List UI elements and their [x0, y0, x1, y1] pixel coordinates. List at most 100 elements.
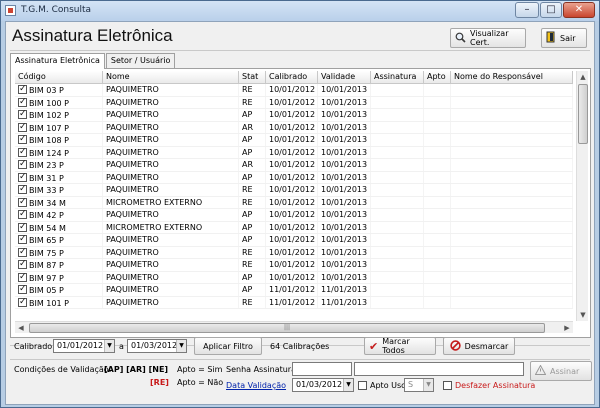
visualizar-cert-button[interactable]: Visualizar Cert.: [450, 28, 526, 48]
row-code-text: BIM 05 P: [29, 286, 64, 295]
tab-assinatura[interactable]: Assinatura Eletrônica: [10, 53, 105, 69]
row-name: PAQUIMETRO: [103, 109, 239, 121]
row-checkbox[interactable]: [18, 222, 27, 232]
table-row[interactable]: BIM 102 P PAQUIMETRO AP 10/01/2012 10/01/201…: [15, 109, 573, 122]
data-validacao-link[interactable]: Data Validação: [226, 381, 286, 390]
table-row[interactable]: BIM 100 P PAQUIMETRO RE 10/01/2012 10/01/201…: [15, 96, 573, 109]
row-checkbox[interactable]: [18, 272, 27, 282]
date-from-select[interactable]: 01/01/2012 ▼: [53, 339, 115, 353]
column-header[interactable]: Apto: [424, 71, 451, 83]
scroll-up-icon[interactable]: ▲: [577, 71, 589, 83]
table-row[interactable]: BIM 33 P PAQUIMETRO RE 10/01/2012 10/01/2013: [15, 184, 573, 197]
responsavel-field[interactable]: [354, 362, 524, 376]
row-name-text: PAQUIMETRO: [106, 97, 159, 107]
table-row[interactable]: BIM 23 P PAQUIMETRO AR 10/01/2012 10/01/2013: [15, 159, 573, 172]
chevron-down-icon[interactable]: ▼: [423, 379, 433, 391]
row-checkbox[interactable]: [18, 284, 27, 294]
column-header[interactable]: Nome: [103, 71, 239, 83]
row-checkbox[interactable]: [18, 234, 27, 244]
table-row[interactable]: BIM 05 P PAQUIMETRO AP 11/01/2012 11/01/2013: [15, 284, 573, 297]
table-row[interactable]: BIM 97 P PAQUIMETRO AP 10/01/2012 10/01/2013: [15, 271, 573, 284]
row-checkbox[interactable]: [18, 209, 27, 219]
row-checkbox[interactable]: [18, 159, 27, 169]
desfazer-checkbox[interactable]: [443, 381, 452, 390]
desmarcar-button[interactable]: Desmarcar: [443, 337, 515, 355]
maximize-button[interactable]: □: [540, 2, 562, 18]
row-validade-text: 10/01/2013: [321, 222, 368, 232]
row-name-text: PAQUIMETRO: [106, 297, 159, 307]
row-validade: 10/01/2013: [318, 159, 371, 171]
row-validade: 10/01/2013: [318, 234, 371, 246]
hscroll-thumb[interactable]: |||: [29, 323, 545, 333]
row-code: BIM 03 P: [15, 84, 103, 96]
column-header[interactable]: Stat: [239, 71, 266, 83]
row-stat-text: AP: [242, 210, 253, 219]
marcar-todos-button[interactable]: ✔ Marcar Todos: [364, 337, 436, 355]
row-validade-text: 10/01/2013: [321, 185, 368, 194]
row-stat-text: RE: [242, 85, 253, 94]
apto-uso-checkbox[interactable]: [358, 381, 367, 390]
row-checkbox[interactable]: [18, 147, 27, 157]
table-row[interactable]: BIM 31 P PAQUIMETRO AP 10/01/2012 10/01/2013: [15, 171, 573, 184]
row-stat: RE: [239, 184, 266, 196]
column-header[interactable]: Nome do Responsável: [451, 71, 573, 83]
header-divider: [10, 50, 590, 51]
table-row[interactable]: BIM 54 M MICROMETRO EXTERNO AP 10/01/2012 10…: [15, 221, 573, 234]
aplicar-filtro-button[interactable]: Aplicar Filtro: [194, 337, 262, 355]
table-row[interactable]: BIM 34 M MICROMETRO EXTERNO RE 10/01/2012 10…: [15, 196, 573, 209]
row-name: PAQUIMETRO: [103, 259, 239, 271]
table-row[interactable]: BIM 65 P PAQUIMETRO AP 10/01/2012 10/01/2013: [15, 234, 573, 247]
apto-nao-text: Apto = Não: [177, 378, 224, 387]
vertical-scrollbar[interactable]: ▲ ▼: [576, 71, 588, 321]
row-calibrado-text: 10/01/2012: [269, 85, 316, 94]
senha-assinatura-field[interactable]: [292, 362, 352, 376]
table-row[interactable]: BIM 124 P PAQUIMETRO AP 10/01/2012 10/01/201…: [15, 146, 573, 159]
table-row[interactable]: BIM 75 P PAQUIMETRO RE 10/01/2012 10/01/2013: [15, 246, 573, 259]
row-calibrado-text: 10/01/2012: [269, 272, 316, 282]
row-code-text: BIM 65 P: [29, 236, 64, 245]
date-to-select[interactable]: 01/03/2012 ▼: [127, 339, 187, 353]
row-checkbox[interactable]: [18, 134, 27, 144]
row-checkbox[interactable]: [18, 197, 27, 207]
scroll-left-icon[interactable]: ◀: [15, 322, 27, 334]
column-header[interactable]: Calibrado: [266, 71, 318, 83]
scroll-down-icon[interactable]: ▼: [577, 309, 589, 321]
chevron-down-icon[interactable]: ▼: [343, 379, 353, 391]
table-row[interactable]: BIM 108 P PAQUIMETRO AP 10/01/2012 10/01/201…: [15, 134, 573, 147]
column-header[interactable]: Validade: [318, 71, 371, 83]
apto-uso-select[interactable]: S ▼: [404, 378, 434, 392]
scroll-right-icon[interactable]: ▶: [561, 322, 573, 334]
row-checkbox[interactable]: [18, 97, 27, 107]
scroll-thumb[interactable]: [578, 84, 588, 144]
table-row[interactable]: BIM 101 P PAQUIMETRO RE 11/01/2012 11/01/201…: [15, 296, 573, 309]
tab-setor-usuario[interactable]: Setor / Usuário: [105, 53, 176, 68]
row-calibrado: 11/01/2012: [266, 284, 318, 296]
chevron-down-icon[interactable]: ▼: [176, 340, 186, 352]
table-row[interactable]: BIM 03 P PAQUIMETRO RE 10/01/2012 10/01/2013: [15, 84, 573, 97]
row-calibrado-text: 10/01/2012: [269, 260, 316, 269]
column-header[interactable]: Assinatura: [371, 71, 424, 83]
row-checkbox[interactable]: [18, 172, 27, 182]
sair-button[interactable]: Sair: [541, 28, 587, 48]
row-checkbox[interactable]: [18, 109, 27, 119]
row-code-text: BIM 03 P: [29, 86, 64, 95]
minimize-button[interactable]: –: [515, 2, 539, 18]
row-validade: 10/01/2013: [318, 221, 371, 233]
column-header[interactable]: Código: [15, 71, 103, 83]
row-checkbox[interactable]: [18, 122, 27, 132]
row-calibrado: 11/01/2012: [266, 296, 318, 308]
table-row[interactable]: BIM 42 P PAQUIMETRO AP 10/01/2012 10/01/2013: [15, 209, 573, 222]
row-name-text: PAQUIMETRO: [106, 122, 159, 132]
row-checkbox[interactable]: [18, 259, 27, 269]
horizontal-scrollbar[interactable]: ◀ ||| ▶: [15, 321, 573, 333]
assinar-button[interactable]: Assinar: [530, 361, 592, 381]
data-validacao-select[interactable]: 01/03/2012 ▼: [292, 378, 354, 392]
chevron-down-icon[interactable]: ▼: [104, 340, 114, 352]
close-button[interactable]: ✕: [563, 2, 595, 18]
row-checkbox[interactable]: [18, 84, 27, 94]
table-row[interactable]: BIM 107 P PAQUIMETRO AR 10/01/2012 10/01/201…: [15, 121, 573, 134]
row-checkbox[interactable]: [18, 184, 27, 194]
row-checkbox[interactable]: [18, 297, 27, 307]
table-row[interactable]: BIM 87 P PAQUIMETRO RE 10/01/2012 10/01/2013: [15, 259, 573, 272]
row-checkbox[interactable]: [18, 247, 27, 257]
